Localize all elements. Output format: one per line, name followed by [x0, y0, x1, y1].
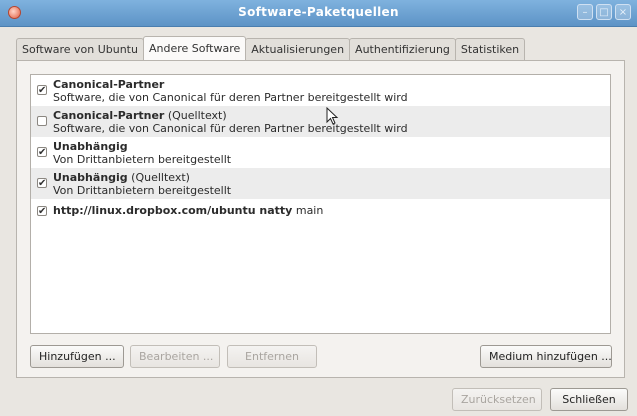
source-title: Canonical-Partner — [53, 78, 165, 91]
source-title: Unabhängig — [53, 171, 128, 184]
list-item[interactable]: ✔ Unabhängig (Quelltext) Von Drittanbiet… — [31, 168, 610, 199]
tab-software-von-ubuntu[interactable]: Software von Ubuntu — [16, 38, 144, 60]
maximize-icon[interactable]: □ — [596, 4, 612, 20]
tab-statistiken[interactable]: Statistiken — [454, 38, 526, 60]
tab-bar: Software von Ubuntu Andere Software Aktu… — [16, 36, 526, 60]
source-text: Unabhängig Von Drittanbietern bereitgest… — [53, 140, 231, 166]
source-title: Canonical-Partner — [53, 109, 165, 122]
source-subtitle: Software, die von Canonical für deren Pa… — [53, 122, 408, 135]
source-suffix: (Quelltext) — [127, 171, 190, 184]
close-icon[interactable]: × — [615, 4, 631, 20]
source-subtitle: Von Drittanbietern bereitgestellt — [53, 153, 232, 166]
source-text: Canonical-Partner Software, die von Cano… — [53, 78, 408, 104]
list-item[interactable]: ✔ Unabhängig Von Drittanbietern bereitge… — [31, 137, 610, 168]
source-suffix: (Quelltext) — [164, 109, 227, 122]
source-text: Canonical-Partner (Quelltext) Software, … — [53, 109, 408, 135]
window-title: Software-Paketquellen — [238, 5, 399, 19]
source-subtitle: Software, die von Canonical für deren Pa… — [53, 91, 408, 104]
window-controls: – □ × — [577, 4, 631, 20]
source-checkbox[interactable]: ✔ — [37, 147, 47, 158]
sources-list[interactable]: ✔ Canonical-Partner Software, die von Ca… — [30, 74, 611, 334]
minimize-icon[interactable]: – — [577, 4, 593, 20]
edit-button[interactable]: Bearbeiten ... — [130, 345, 220, 368]
source-title: http://linux.dropbox.com/ubuntu natty — [53, 204, 293, 217]
tab-aktualisierungen[interactable]: Aktualisierungen — [245, 38, 351, 60]
source-suffix: main — [292, 204, 324, 217]
close-button[interactable]: Schließen — [550, 388, 628, 411]
source-checkbox[interactable] — [37, 116, 47, 126]
source-checkbox[interactable]: ✔ — [37, 206, 47, 217]
source-title: Unabhängig — [53, 140, 128, 153]
list-item[interactable]: ✔ Canonical-Partner Software, die von Ca… — [31, 75, 610, 106]
add-button[interactable]: Hinzufügen ... — [30, 345, 124, 368]
source-checkbox[interactable]: ✔ — [37, 178, 47, 189]
tab-authentifizierung[interactable]: Authentifizierung — [349, 38, 456, 60]
source-subtitle: Von Drittanbietern bereitgestellt — [53, 184, 232, 197]
source-text: http://linux.dropbox.com/ubuntu natty ma… — [53, 204, 323, 217]
tab-andere-software[interactable]: Andere Software — [142, 36, 247, 60]
remove-button[interactable]: Entfernen — [227, 345, 317, 368]
title-bar[interactable]: Software-Paketquellen – □ × — [0, 0, 637, 27]
source-checkbox[interactable]: ✔ — [37, 85, 47, 96]
list-item[interactable]: Canonical-Partner (Quelltext) Software, … — [31, 106, 610, 137]
tab-panel: ✔ Canonical-Partner Software, die von Ca… — [16, 60, 625, 378]
add-medium-button[interactable]: Medium hinzufügen ... — [480, 345, 612, 368]
list-item[interactable]: ✔ http://linux.dropbox.com/ubuntu natty … — [31, 199, 610, 223]
software-sources-window: Software-Paketquellen – □ × Software von… — [0, 0, 637, 416]
revert-button[interactable]: Zurücksetzen — [452, 388, 542, 411]
source-text: Unabhängig (Quelltext) Von Drittanbieter… — [53, 171, 231, 197]
